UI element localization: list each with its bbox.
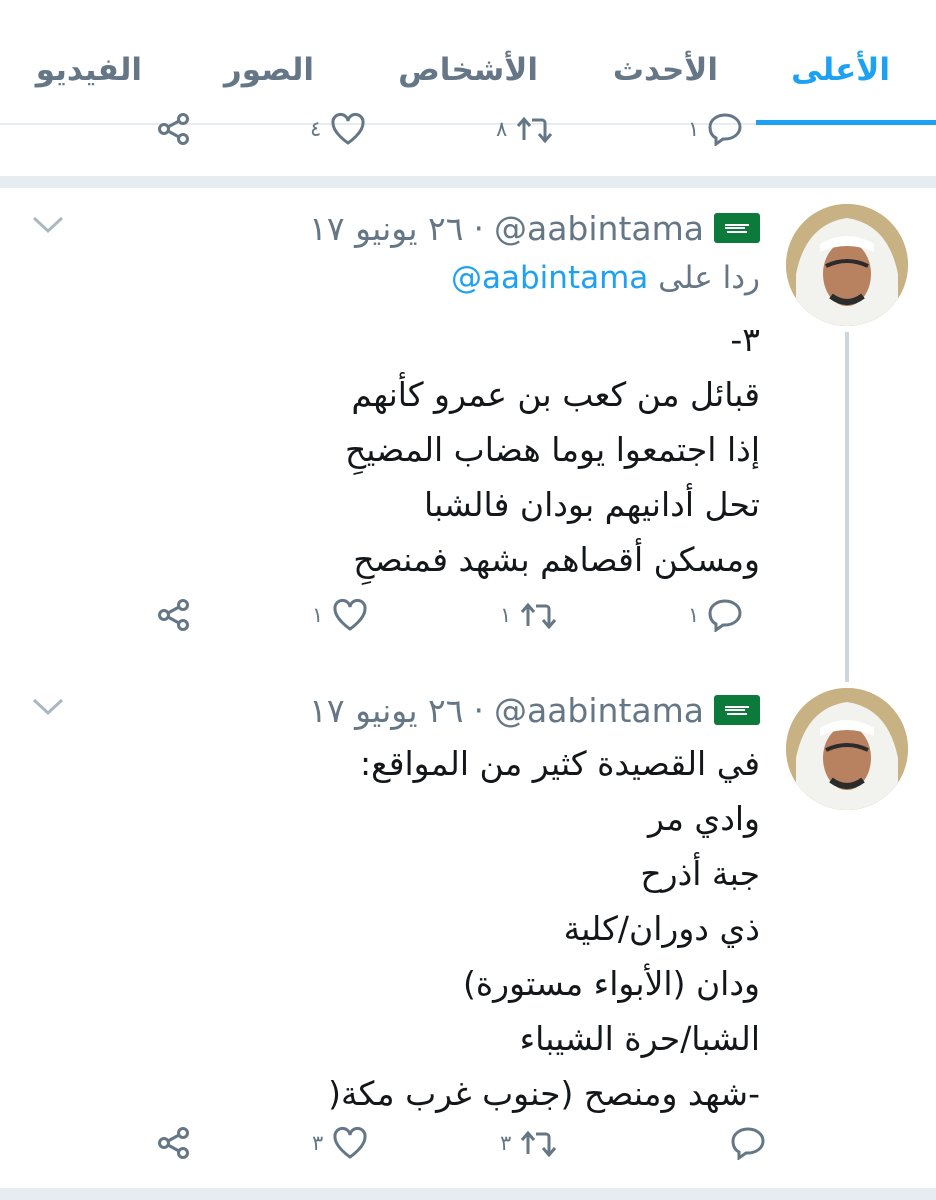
tweet-line: قبائل من كعب بن عمرو كأنهم xyxy=(351,375,760,414)
reply-to-link[interactable]: @aabintama xyxy=(451,260,648,296)
prev-share-action[interactable] xyxy=(156,112,192,146)
avatar[interactable] xyxy=(786,204,908,326)
separator-dot: · xyxy=(473,690,484,730)
like-icon xyxy=(333,1126,367,1159)
retweet-count: ١ xyxy=(500,603,512,627)
tweet-line: ٣- xyxy=(730,320,760,359)
tweet-line: في القصيدة كثير من المواقع: xyxy=(360,744,760,783)
tweet-date[interactable]: ٢٦ يونيو ١٧ xyxy=(309,209,463,248)
reply-count: ١ xyxy=(688,603,700,627)
tweet-line: ومسكن أقصاهم بشهد فمنصحِ xyxy=(353,540,760,579)
tweet-line: ودان (الأبواء مستورة) xyxy=(462,964,760,1003)
tab-photos[interactable]: الصور xyxy=(224,52,314,88)
avatar[interactable] xyxy=(786,688,908,810)
tweet-separator xyxy=(0,1188,936,1200)
retweet-count: ٣ xyxy=(500,1131,512,1155)
reply-icon xyxy=(731,1127,765,1160)
tweet-line: وادي مر xyxy=(647,799,760,838)
tweet-line: إذا اجتمعوا يوما هضاب المضيحِ xyxy=(344,430,760,469)
prev-retweet-action[interactable]: ٨ xyxy=(496,112,555,146)
tweet-handle[interactable]: @aabintama xyxy=(494,209,704,248)
reply-icon xyxy=(708,599,742,632)
retweet-action[interactable]: ٣ xyxy=(500,1126,559,1160)
like-count: ٣ xyxy=(312,1131,324,1155)
tweet-line: -شهد ومنصح (جنوب غرب مكة( xyxy=(328,1074,760,1113)
tweet-line: ذي دوران/كلية xyxy=(563,909,760,948)
avatar-image xyxy=(786,204,908,326)
retweet-count: ٨ xyxy=(496,117,508,141)
tweet-header: @aabintama · ٢٦ يونيو ١٧ xyxy=(309,204,760,252)
reply-icon xyxy=(708,113,742,146)
retweet-action[interactable]: ١ xyxy=(500,598,559,632)
share-action[interactable] xyxy=(156,1126,192,1160)
tweet-date[interactable]: ٢٦ يونيو ١٧ xyxy=(309,691,463,730)
reply-action[interactable]: ١ xyxy=(688,598,743,632)
reply-prefix: ردا على xyxy=(658,260,760,296)
tweet-text: ٣- قبائل من كعب بن عمرو كأنهم إذا اجتمعو… xyxy=(345,312,760,587)
reply-count: ١ xyxy=(688,117,700,141)
like-icon xyxy=(333,598,367,631)
like-count: ١ xyxy=(312,603,324,627)
tab-top[interactable]: الأعلى xyxy=(791,52,890,88)
active-tab-indicator xyxy=(756,120,936,125)
reply-action[interactable] xyxy=(722,1126,766,1160)
like-action[interactable]: ٣ xyxy=(312,1126,369,1160)
avatar-image xyxy=(786,688,908,810)
tweet-line: الشبا/حرة الشيباء xyxy=(519,1019,760,1058)
tab-latest[interactable]: الأحدث xyxy=(613,52,718,88)
like-action[interactable]: ١ xyxy=(312,598,369,632)
retweet-icon xyxy=(517,116,553,144)
share-icon xyxy=(158,113,189,145)
like-count: ٤ xyxy=(310,117,322,141)
retweet-icon xyxy=(521,1130,557,1158)
share-action[interactable] xyxy=(156,598,192,632)
search-tabs: الأعلى الأحدث الأشخاص الصور الفيديو xyxy=(0,0,936,125)
tweet-header: @aabintama · ٢٦ يونيو ١٧ xyxy=(309,686,760,734)
tab-videos[interactable]: الفيديو xyxy=(36,52,142,88)
tweet-handle[interactable]: @aabintama xyxy=(494,691,704,730)
chevron-down-icon[interactable] xyxy=(30,694,66,718)
like-icon xyxy=(331,112,365,145)
share-icon xyxy=(158,1127,189,1159)
thread-line xyxy=(845,332,849,682)
tweet-separator xyxy=(0,176,936,188)
separator-dot: · xyxy=(473,208,484,248)
tweet-line: تحل أدانيهم بودان فالشبا xyxy=(424,485,760,524)
tweet-text: في القصيدة كثير من المواقع: وادي مر جبة … xyxy=(328,736,760,1121)
saudi-flag-icon xyxy=(714,695,760,725)
retweet-icon xyxy=(521,602,557,630)
share-icon xyxy=(158,599,189,631)
reply-context: ردا على @aabintama xyxy=(451,260,760,296)
saudi-flag-icon xyxy=(714,213,760,243)
tab-people[interactable]: الأشخاص xyxy=(398,52,538,88)
chevron-down-icon[interactable] xyxy=(30,212,66,236)
prev-reply-action[interactable]: ١ xyxy=(688,112,743,146)
prev-like-action[interactable]: ٤ xyxy=(310,112,367,146)
tweet-line: جبة أذرح xyxy=(640,854,760,893)
